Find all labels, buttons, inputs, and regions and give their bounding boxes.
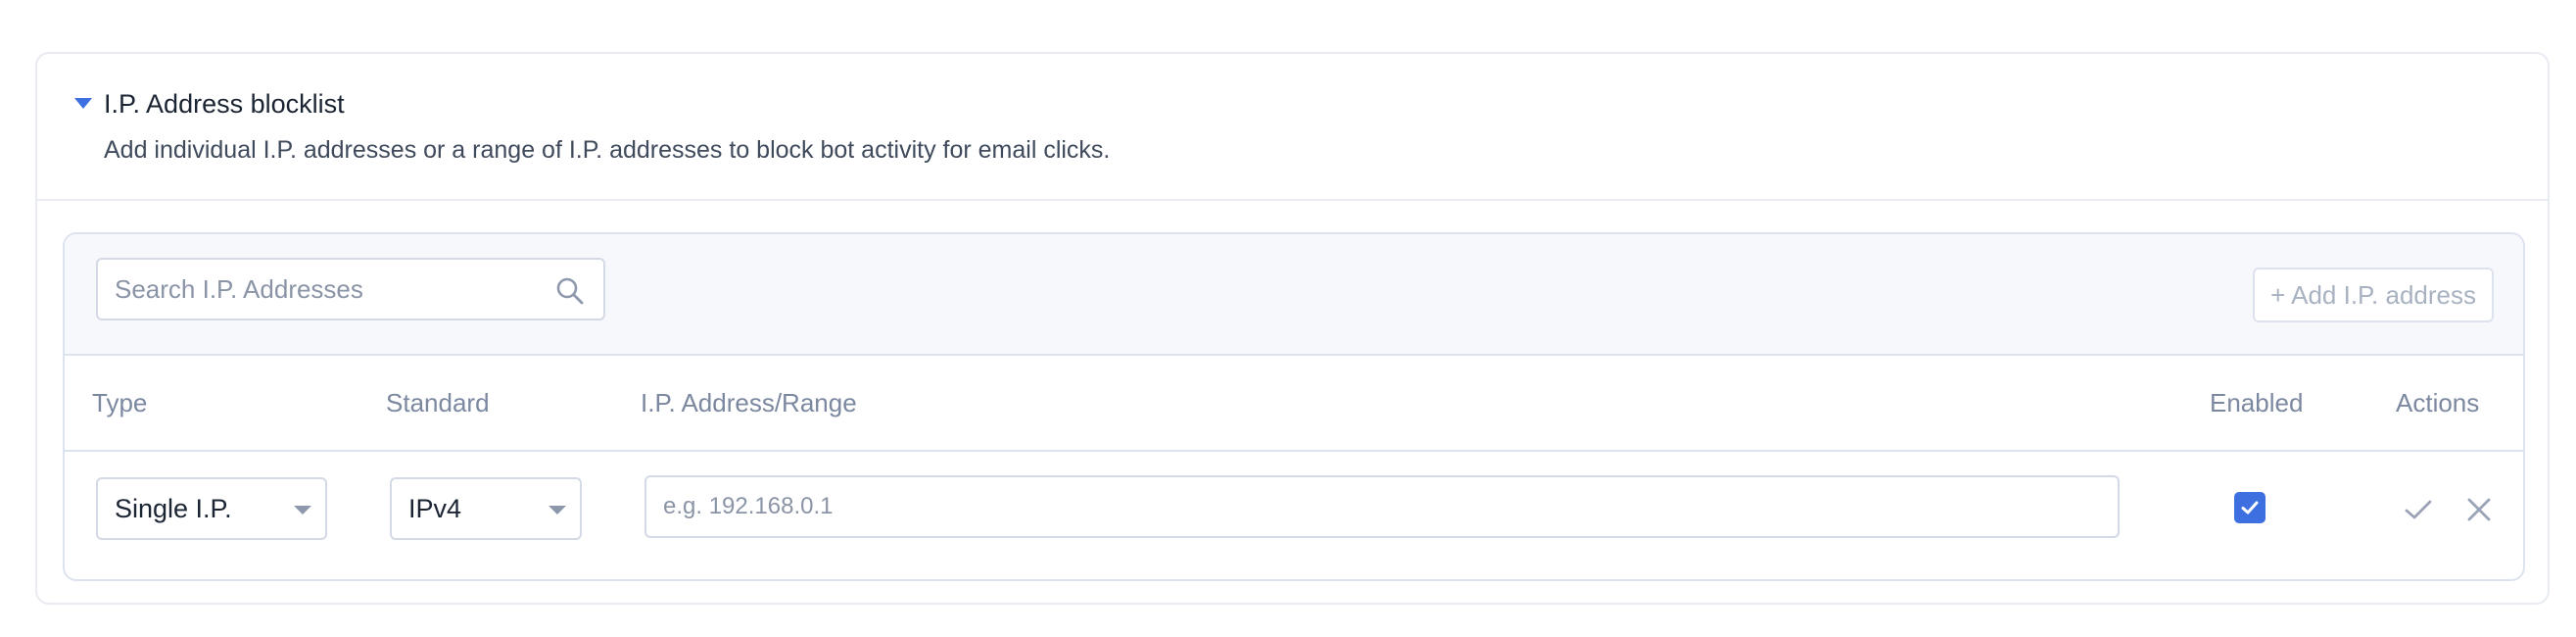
standard-select-value: IPv4 — [408, 493, 462, 523]
table-row: Single I.P. IPv4 — [65, 452, 2523, 579]
column-header-address: I.P. Address/Range — [641, 388, 857, 417]
check-icon — [2241, 501, 2259, 514]
add-ip-address-button[interactable]: + Add I.P. address — [2253, 268, 2494, 322]
ip-address-input[interactable] — [646, 477, 2118, 536]
caret-down-icon[interactable] — [74, 98, 92, 109]
column-header-actions: Actions — [2396, 388, 2480, 417]
section-header[interactable]: I.P. Address blocklist Add individual I.… — [37, 54, 2548, 201]
ip-blocklist-card: I.P. Address blocklist Add individual I.… — [35, 52, 2550, 605]
confirm-check-icon[interactable] — [2404, 495, 2433, 524]
cancel-close-icon[interactable] — [2464, 495, 2494, 524]
section-title[interactable]: I.P. Address blocklist — [104, 89, 345, 120]
section-description: Add individual I.P. addresses or a range… — [104, 136, 1111, 164]
table-header: Type Standard I.P. Address/Range Enabled… — [65, 356, 2523, 452]
chevron-down-icon — [294, 506, 311, 514]
column-header-type: Type — [92, 388, 148, 417]
enabled-checkbox[interactable] — [2234, 492, 2266, 523]
standard-select[interactable]: IPv4 — [390, 477, 582, 540]
search-icon[interactable] — [554, 275, 586, 307]
search-field — [96, 258, 605, 320]
chevron-down-icon — [549, 506, 566, 514]
blocklist-panel: + Add I.P. address Type Standard I.P. Ad… — [63, 232, 2525, 581]
type-select-value: Single I.P. — [115, 493, 232, 523]
column-header-enabled: Enabled — [2210, 388, 2304, 417]
search-input[interactable] — [98, 260, 603, 318]
column-header-standard: Standard — [386, 388, 490, 417]
table-toolbar: + Add I.P. address — [65, 234, 2523, 356]
type-select[interactable]: Single I.P. — [96, 477, 327, 540]
ip-address-field — [644, 475, 2120, 538]
